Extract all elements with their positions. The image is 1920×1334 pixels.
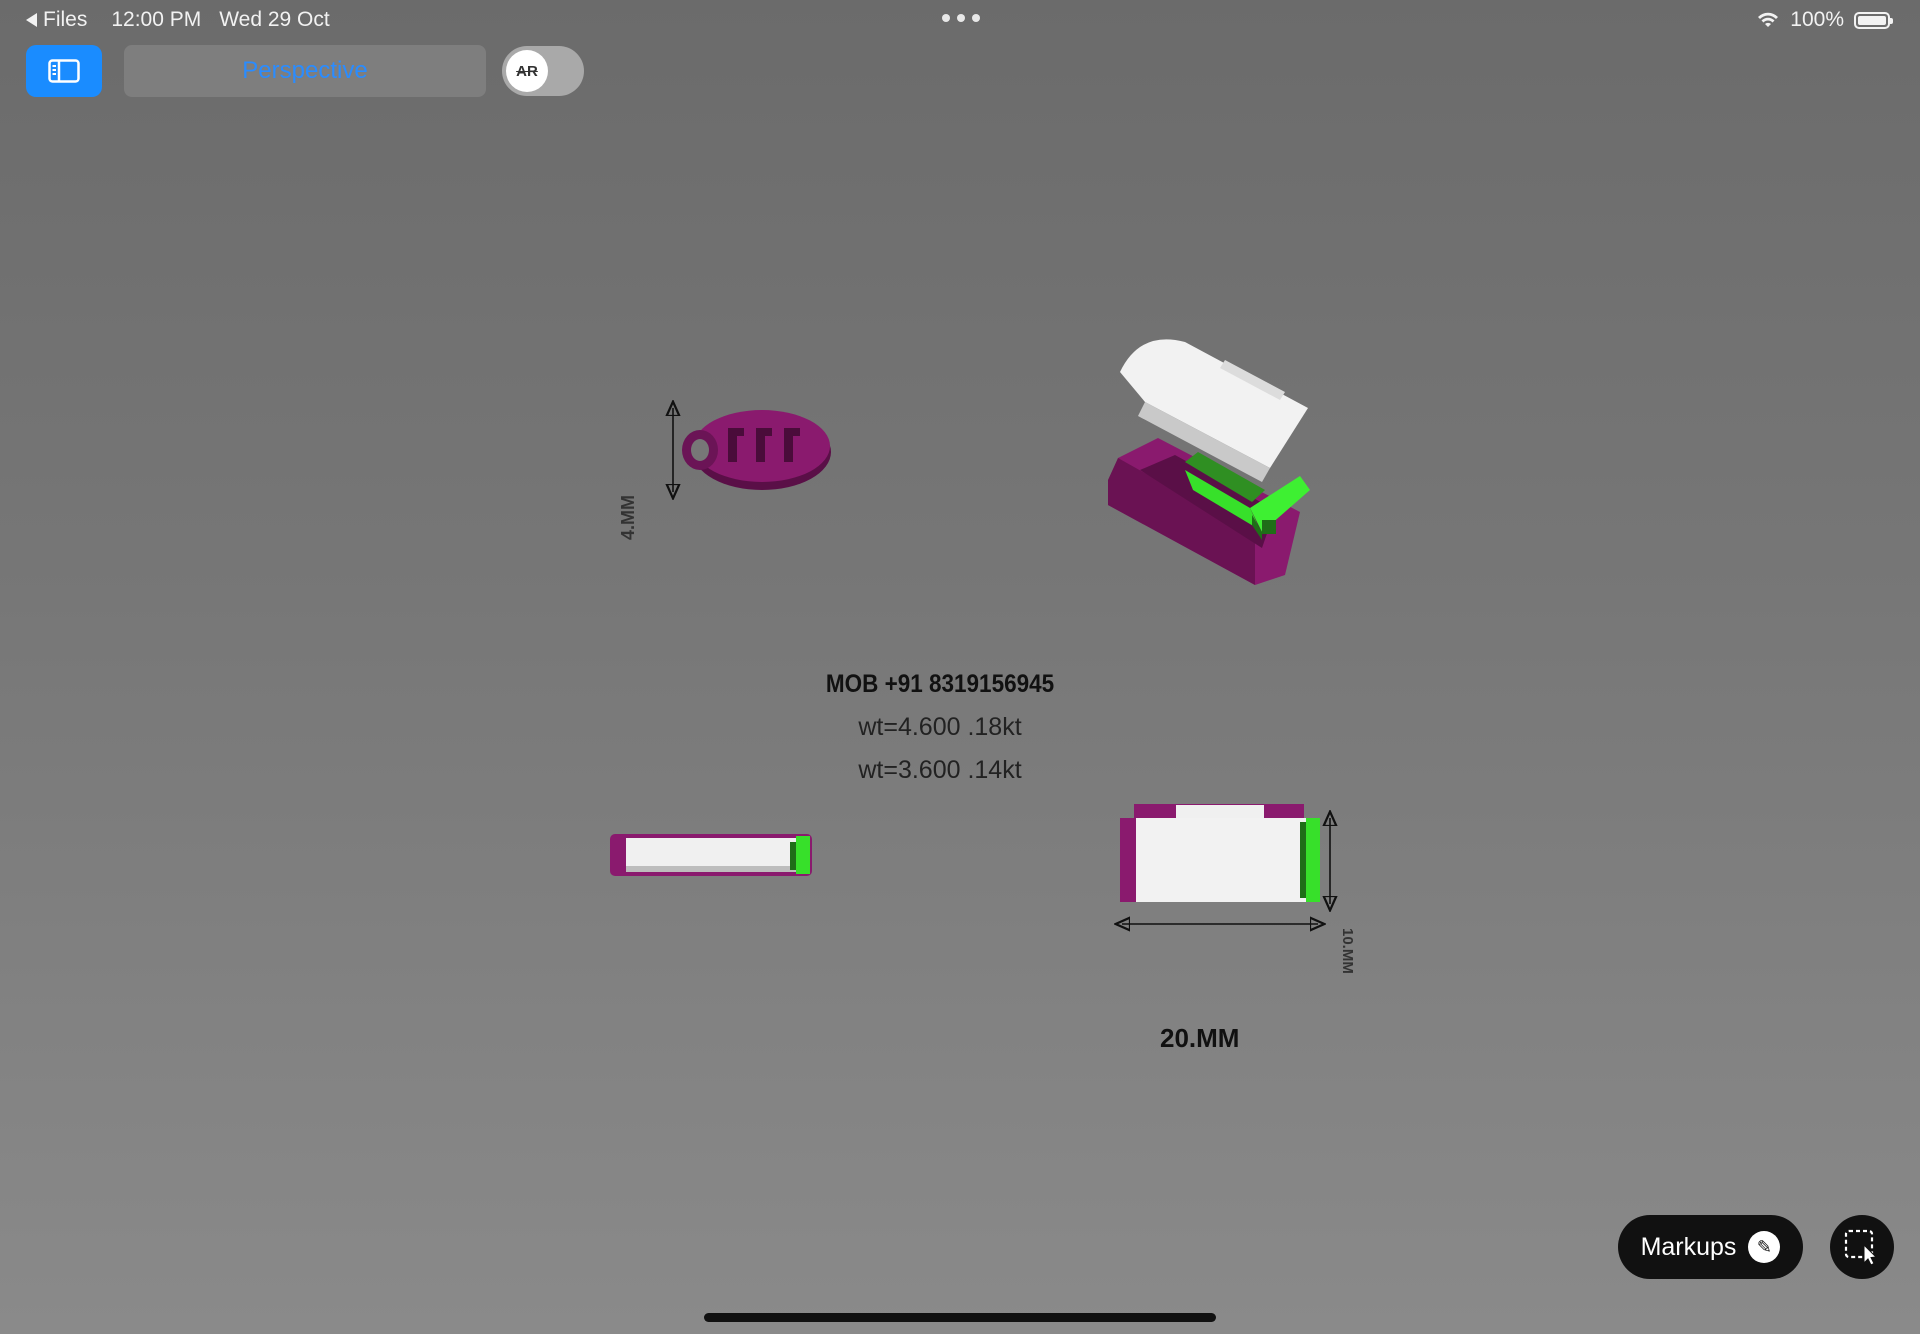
selection-cursor-icon [1844,1229,1878,1266]
status-bar: Files 12:00 PM Wed 29 Oct 100% [0,0,1920,40]
ar-toggle[interactable]: AR [502,46,584,96]
weight-18kt: wt=4.600 .18kt [858,713,1022,741]
weight-14kt: wt=3.600 .14kt [858,756,1022,784]
status-time: 12:00 PM [111,8,202,31]
mobile-number: MOB +91 8319156945 [825,670,1055,698]
back-label: Files [43,8,88,31]
multitasking-dots[interactable] [942,14,980,22]
pendant-side-view [673,408,831,492]
markup-pen-icon: ✎ [1748,1231,1781,1263]
dimension-height-label: 4.MM [618,495,638,540]
wifi-icon [1758,12,1779,27]
ar-toggle-knob: AR [506,50,548,92]
model-info: MOB +91 8319156945 wt=4.600 .18kt wt=3.6… [770,670,1110,799]
locket-exploded-view [1108,339,1310,585]
dimension-width-label: 20.MM [1160,1023,1240,1053]
markups-label: Markups [1640,1232,1737,1261]
locket-top-view [610,834,812,876]
battery-icon [1854,11,1893,29]
battery-percent: 100% [1790,8,1844,31]
selection-tool-button[interactable] [1830,1215,1894,1279]
back-arrow-icon [26,13,37,27]
sidebar-icon [48,59,80,83]
back-to-files[interactable]: Files [26,8,87,32]
locket-front-view [1120,804,1330,924]
3d-viewport[interactable]: 4.MM 10.MM 20.MM MOB +91 8319156945 wt=4… [0,90,1920,1310]
home-indicator[interactable] [704,1313,1216,1322]
markups-button[interactable]: Markups ✎ [1618,1215,1803,1279]
dimension-depth-label: 10.MM [1339,928,1356,974]
status-date: Wed 29 Oct [219,8,330,31]
